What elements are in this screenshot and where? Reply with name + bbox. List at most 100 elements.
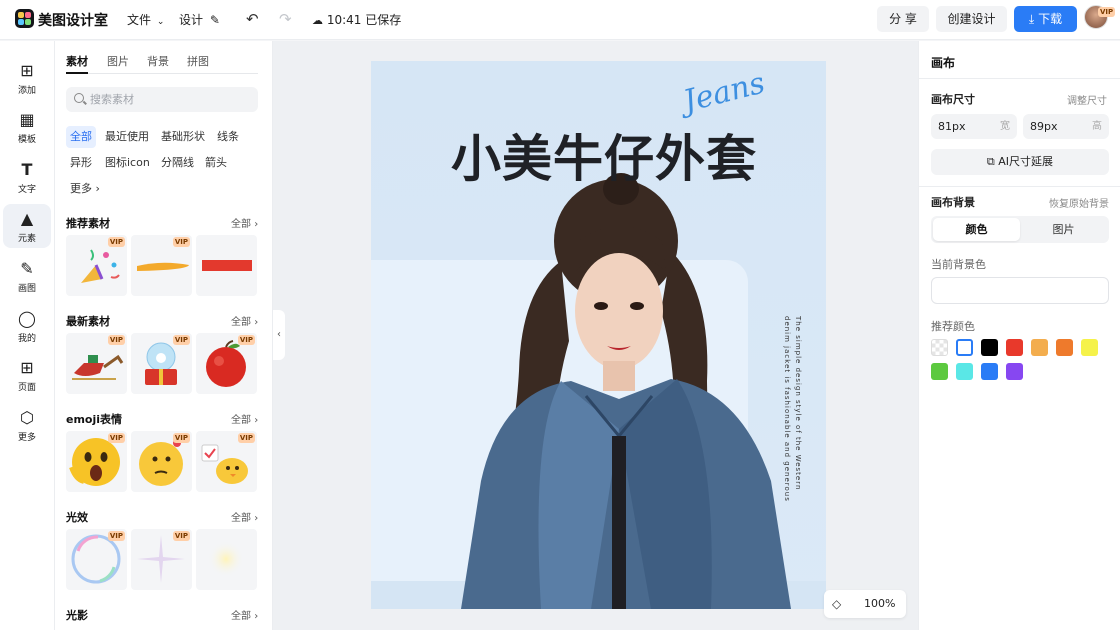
section-all-link[interactable]: 全部 › — [231, 607, 258, 622]
width-field[interactable]: 81px 宽 — [931, 114, 1017, 139]
chip-more[interactable]: 更多 › — [66, 178, 104, 200]
tab-materials[interactable]: 素材 — [66, 53, 88, 69]
current-color-field[interactable] — [931, 277, 1109, 304]
create-design-button[interactable]: 创建设计 — [936, 6, 1007, 32]
text-icon: T — [21, 160, 33, 179]
swatch-transparent[interactable] — [931, 339, 948, 356]
height-field[interactable]: 89px 高 — [1023, 114, 1109, 139]
undo-icon[interactable]: ↶ — [246, 10, 259, 28]
swatch-black[interactable] — [981, 339, 998, 356]
asset-emoji-shocked[interactable]: VIP — [66, 431, 127, 492]
swatch-orange[interactable] — [1056, 339, 1073, 356]
save-status-text: 10:41 已保存 — [326, 13, 402, 27]
chip-lines[interactable]: 线条 — [213, 126, 243, 148]
search-input[interactable]: 搜索素材 — [66, 87, 258, 112]
design-menu[interactable]: 设计 ✎ — [179, 11, 220, 28]
app-logo-icon[interactable] — [15, 9, 34, 28]
tool-label: 页面 — [17, 383, 36, 393]
save-status: ☁ 10:41 已保存 — [312, 11, 401, 28]
headline-text[interactable]: 小美牛仔外套 — [451, 119, 757, 191]
divider — [919, 78, 1120, 79]
restore-bg-link[interactable]: 恢复原始背景 — [1049, 195, 1109, 210]
asset-yellow-brush[interactable]: VIP — [131, 235, 192, 296]
asset-emoji-chick[interactable]: VIP — [196, 431, 257, 492]
seg-color[interactable]: 颜色 — [933, 218, 1020, 241]
tool-template[interactable]: ▦ 模板 — [3, 105, 51, 149]
asset-emoji-thinking[interactable]: VIP — [131, 431, 192, 492]
asset-apple[interactable]: VIP — [196, 333, 257, 394]
chip-icons[interactable]: 图标icon — [101, 152, 154, 174]
tool-draw[interactable]: ✎ 画图 — [3, 254, 51, 298]
tab-backgrounds[interactable]: 背景 — [147, 53, 169, 69]
zoom-value[interactable]: 100% — [864, 597, 895, 610]
section-all-link[interactable]: 全部 › — [231, 215, 258, 230]
tool-mine[interactable]: ◯ 我的 — [3, 304, 51, 348]
tool-add[interactable]: ⊞ 添加 — [3, 56, 51, 100]
width-value: 81px — [938, 120, 966, 133]
ai-extend-label: AI尺寸延展 — [998, 155, 1054, 168]
tool-element[interactable]: ▲ 元素 — [3, 204, 51, 248]
download-button[interactable]: ⤓ 下载 — [1014, 6, 1077, 32]
chevron-down-icon: ⌄ — [156, 17, 165, 27]
vip-badge: VIP — [1098, 7, 1116, 17]
tab-collage[interactable]: 拼图 — [187, 53, 209, 69]
asset-sleigh[interactable]: VIP — [66, 333, 127, 394]
chip-basic-shapes[interactable]: 基础形状 — [157, 126, 209, 148]
vip-badge: VIP — [237, 335, 255, 345]
cloud-icon: ☁ — [312, 14, 323, 27]
swatch-red[interactable] — [1006, 339, 1023, 356]
ai-extend-button[interactable]: ⧉ AI尺寸延展 — [931, 149, 1109, 175]
swatch-white[interactable] — [956, 339, 973, 356]
asset-snow-globe[interactable]: VIP — [131, 333, 192, 394]
share-button[interactable]: 分 享 — [877, 6, 929, 32]
tool-text[interactable]: T 文字 — [3, 155, 51, 199]
section-all-link[interactable]: 全部 › — [231, 509, 258, 524]
plus-square-icon: ⊞ — [20, 61, 34, 80]
section-all-link[interactable]: 全部 › — [231, 411, 258, 426]
chevron-right-icon: › — [95, 182, 100, 195]
draw-icon: ✎ — [20, 259, 34, 278]
seg-image[interactable]: 图片 — [1020, 218, 1107, 241]
swatch-green[interactable] — [931, 363, 948, 380]
tool-label: 模板 — [17, 135, 36, 145]
swatch-blue[interactable] — [981, 363, 998, 380]
chip-all[interactable]: 全部 — [66, 126, 96, 148]
section-title: 光效 — [66, 511, 88, 524]
design-canvas[interactable]: 小美牛仔外套 Jeans The simple design style of … — [371, 61, 826, 609]
file-menu[interactable]: 文件 ⌄ — [127, 11, 164, 28]
redo-icon[interactable]: ↷ — [279, 10, 292, 28]
chip-irregular[interactable]: 异形 — [66, 152, 96, 174]
asset-party-popper[interactable]: VIP — [66, 235, 127, 296]
swatch-light-orange[interactable] — [1031, 339, 1048, 356]
edit-icon: ✎ — [209, 13, 220, 27]
tool-label: 画图 — [17, 284, 36, 294]
properties-panel: 画布 画布尺寸 调整尺寸 81px 宽 89px 高 ⧉ AI尺寸延展 画布背景… — [918, 41, 1120, 630]
tool-more[interactable]: ⬡ 更多 — [3, 403, 51, 447]
asset-bubble[interactable]: VIP — [66, 529, 127, 590]
vip-badge: VIP — [172, 237, 190, 247]
swatch-yellow[interactable] — [1081, 339, 1098, 356]
chip-dividers[interactable]: 分隔线 — [157, 152, 198, 174]
section-all-link[interactable]: 全部 › — [231, 313, 258, 328]
vip-badge: VIP — [107, 531, 125, 541]
zoom-control[interactable]: ◇ 100% — [824, 590, 906, 618]
adjust-size-link[interactable]: 调整尺寸 — [1067, 92, 1107, 107]
side-vertical-text[interactable]: The simple design style of the Western d… — [781, 316, 803, 516]
file-menu-label: 文件 — [127, 13, 152, 27]
download-icon: ⤓ — [1028, 12, 1035, 26]
asset-red-bar[interactable] — [196, 235, 257, 296]
asset-glow[interactable] — [196, 529, 257, 590]
chip-arrows[interactable]: 箭头 — [201, 152, 231, 174]
tool-page[interactable]: ⊞ 页面 — [3, 353, 51, 397]
chip-recent[interactable]: 最近使用 — [101, 126, 153, 148]
swatch-purple[interactable] — [1006, 363, 1023, 380]
asset-sparkle[interactable]: VIP — [131, 529, 192, 590]
design-menu-label: 设计 — [179, 13, 204, 27]
collapse-panel-button[interactable]: ‹ — [273, 310, 285, 360]
layers-icon[interactable]: ◇ — [832, 597, 841, 611]
tab-images[interactable]: 图片 — [107, 53, 129, 69]
swatch-cyan[interactable] — [956, 363, 973, 380]
chip-more-label: 更多 — [70, 182, 92, 195]
user-icon: ◯ — [18, 309, 36, 328]
section-title: 推荐素材 — [66, 217, 110, 230]
